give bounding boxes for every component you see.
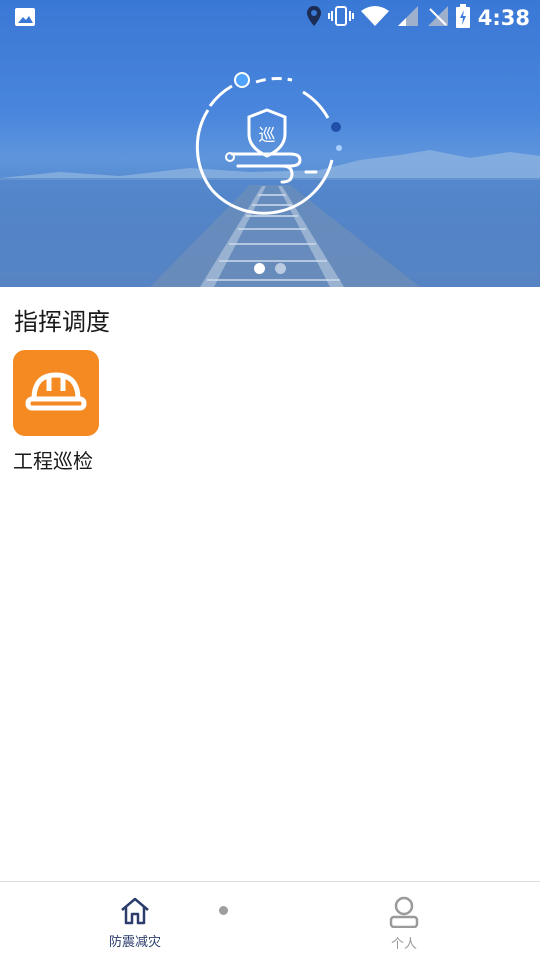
nav-item-home[interactable]: 防震减灾: [90, 896, 180, 950]
signal-icon: [396, 5, 420, 31]
carousel-dot[interactable]: [275, 263, 286, 274]
banner-image: 巡: [0, 72, 540, 287]
nav-label-personal: 个人: [390, 937, 417, 952]
carousel-indicator: [254, 263, 286, 274]
nav-label-home: 防震减灾: [108, 935, 161, 950]
home-icon: [119, 897, 151, 930]
app-icon-bg[interactable]: [13, 350, 99, 436]
status-bar: 4:38: [0, 0, 540, 36]
svg-text:巡: 巡: [259, 126, 276, 146]
wifi-icon: [360, 5, 390, 31]
bottom-nav: 防震减灾 个人: [0, 881, 540, 960]
app-label: 工程巡检: [13, 449, 93, 473]
carousel-dot-active[interactable]: [254, 263, 265, 274]
nav-indicator-dot: [219, 906, 228, 915]
image-icon: [14, 6, 36, 32]
person-icon: [388, 896, 420, 932]
location-icon: [306, 5, 322, 31]
battery-charging-icon: [455, 4, 470, 32]
section-title: 指挥调度: [14, 308, 110, 336]
status-time: 4:38: [477, 6, 530, 30]
banner-carousel[interactable]: 巡 4:38: [0, 0, 540, 287]
signal-icon: [426, 5, 450, 31]
nav-item-personal[interactable]: 个人: [359, 896, 449, 952]
app-tile-engineering-inspection[interactable]: 工程巡检: [13, 350, 103, 474]
vibrate-icon: [327, 5, 354, 31]
helmet-icon: [25, 369, 87, 417]
